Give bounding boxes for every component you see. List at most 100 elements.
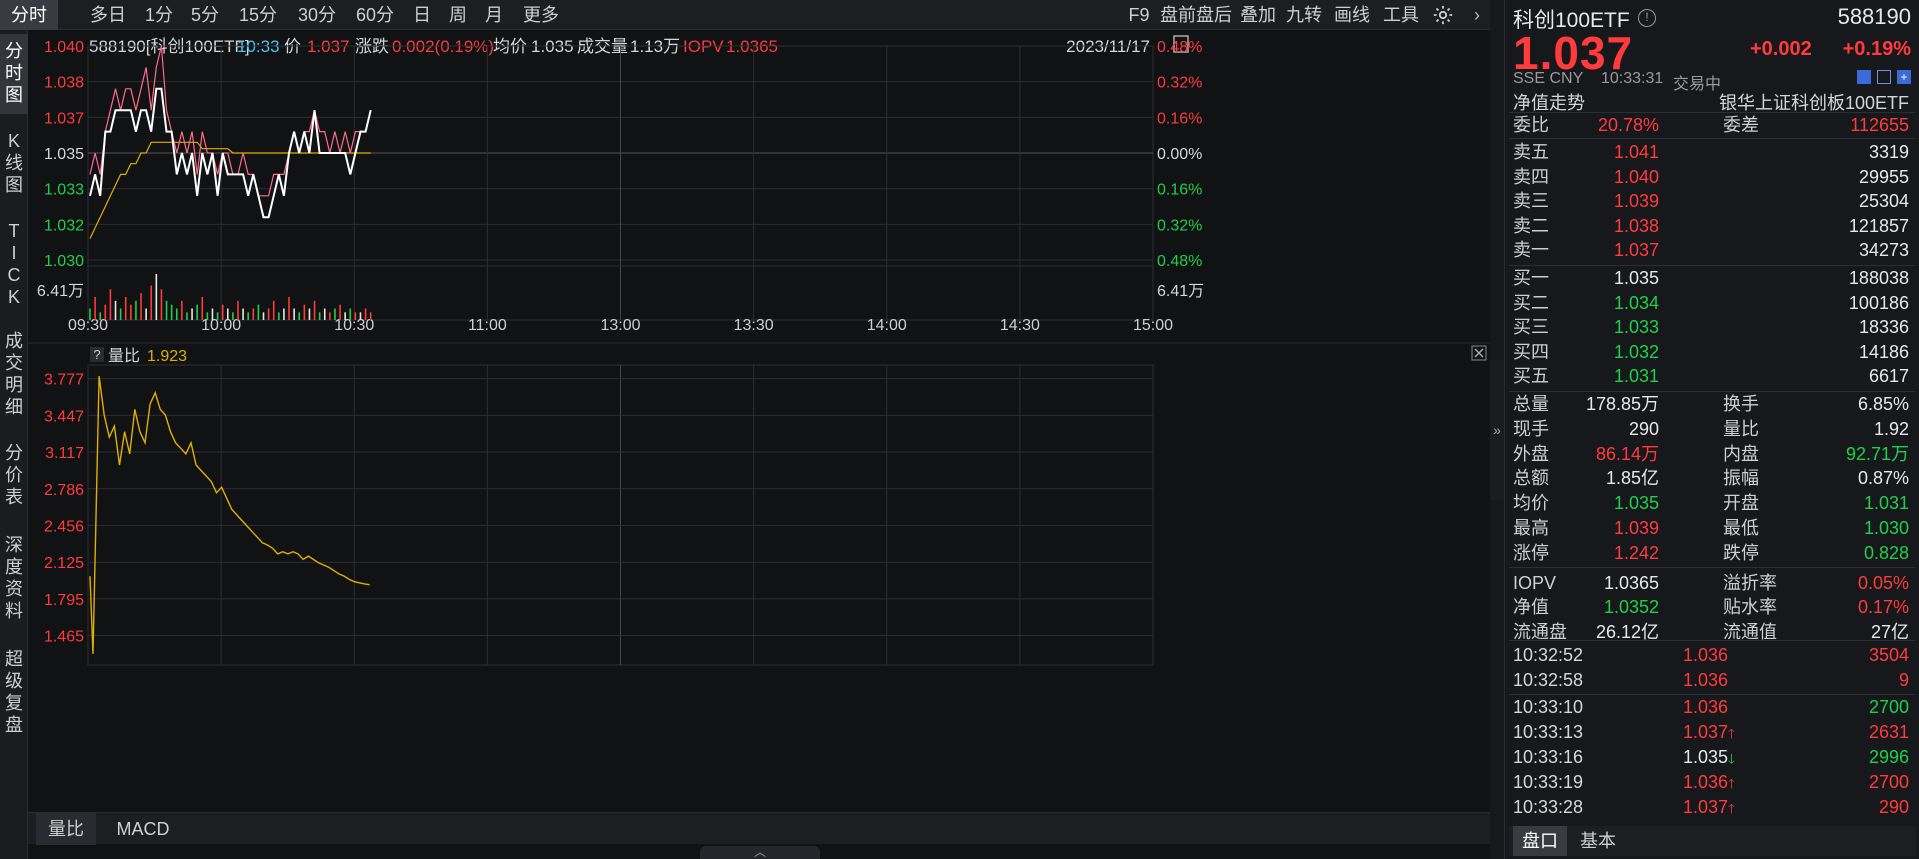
pct-tick-label: 0.16% bbox=[1157, 110, 1202, 127]
tick-volume: 2631 bbox=[1868, 722, 1909, 742]
ask-level-row[interactable]: 卖三 1.039 25304 bbox=[1513, 189, 1909, 213]
period-tab-60min[interactable]: 60分 bbox=[352, 0, 398, 30]
level-label: 买三 bbox=[1513, 317, 1549, 337]
quote-panel-tabs: 盘口 基本 bbox=[1509, 826, 1916, 856]
bid-level-row[interactable]: 买三 1.033 18336 bbox=[1513, 315, 1909, 339]
ask-level-row[interactable]: 卖一 1.037 34273 bbox=[1513, 238, 1909, 262]
overlay-button[interactable]: 叠加 bbox=[1240, 0, 1276, 30]
vtab-intraday[interactable]: 分时图 bbox=[0, 34, 28, 114]
ask-level-row[interactable]: 卖四 1.040 29955 bbox=[1513, 165, 1909, 189]
weibi-row: 委比 20.78% 委差 112655 bbox=[1513, 113, 1909, 137]
tick-row[interactable]: 10:32:52 1.036 3504 bbox=[1513, 643, 1909, 667]
vtab-price-table[interactable]: 分价表 bbox=[0, 436, 28, 516]
level-label: 卖一 bbox=[1513, 240, 1549, 260]
divider bbox=[1509, 566, 1915, 568]
price-tick-label: 1.040 bbox=[44, 39, 84, 56]
pct-tick-label: 0.48% bbox=[1157, 253, 1202, 270]
period-tab-day[interactable]: 日 bbox=[410, 0, 434, 30]
vtab-depth-info[interactable]: 深度资料 bbox=[0, 528, 28, 632]
info-icon[interactable]: ! bbox=[1638, 9, 1656, 27]
level-volume: 29955 bbox=[1858, 166, 1909, 187]
tick-row[interactable]: 10:33:19 1.036🡑 2700 bbox=[1513, 770, 1909, 794]
period-tab-more[interactable]: 更多 bbox=[518, 0, 564, 30]
tick-volume: 9 bbox=[1898, 670, 1909, 690]
vtab-replay[interactable]: 超级复盘 bbox=[0, 642, 28, 746]
period-tab-30min[interactable]: 30分 bbox=[294, 0, 340, 30]
security-code: 588190 bbox=[1837, 4, 1911, 29]
divider bbox=[1509, 640, 1915, 641]
stat-value: 1.0352 bbox=[1603, 597, 1659, 618]
edit-icon[interactable] bbox=[1857, 70, 1871, 84]
level-label: 买一 bbox=[1513, 268, 1549, 288]
time-tick-label: 09:30 bbox=[68, 317, 108, 334]
tick-row[interactable]: 10:33:16 1.035🡓 2996 bbox=[1513, 745, 1909, 769]
tab-basic[interactable]: 基本 bbox=[1571, 826, 1625, 856]
stat-row: 涨停 1.242 跌停 0.828 bbox=[1513, 541, 1909, 565]
tools-button[interactable]: 工具 bbox=[1382, 0, 1420, 30]
vtab-trade-detail[interactable]: 成交明细 bbox=[0, 324, 28, 428]
tab-order-book[interactable]: 盘口 bbox=[1513, 826, 1567, 856]
premarket-button[interactable]: 盘前盘后 bbox=[1160, 0, 1232, 30]
bid-level-row[interactable]: 买五 1.031 6617 bbox=[1513, 364, 1909, 388]
vtab-tick[interactable]: TICK bbox=[0, 214, 28, 314]
bid-level-row[interactable]: 买一 1.035 188038 bbox=[1513, 266, 1909, 290]
tick-price: 1.036 bbox=[1683, 668, 1728, 694]
period-tab-1min[interactable]: 1分 bbox=[142, 0, 176, 30]
stat-label: 内盘 bbox=[1723, 443, 1759, 464]
intraday-chart[interactable]: 588190[科创100ETF]10:33 价 1.037 涨跌 0.002(0.19%… bbox=[28, 30, 1490, 812]
price-change-pct: +0.19% bbox=[1842, 38, 1911, 60]
collapse-panel-icon[interactable]: » bbox=[1490, 360, 1504, 500]
expand-handle-icon[interactable]: ︿ bbox=[700, 846, 820, 859]
period-tab-intraday[interactable]: 分时 bbox=[0, 0, 58, 30]
pct-tick-label: 0.16% bbox=[1157, 182, 1202, 199]
tick-row[interactable]: 10:32:58 1.036 9 bbox=[1513, 668, 1909, 692]
indicator-tab-volume-ratio[interactable]: 量比 bbox=[36, 813, 96, 845]
price-tick-label: 1.033 bbox=[44, 182, 84, 199]
level-label: 卖二 bbox=[1513, 215, 1549, 236]
period-tab-5min[interactable]: 5分 bbox=[188, 0, 222, 30]
ask-level-row[interactable]: 卖五 1.041 3319 bbox=[1513, 140, 1909, 164]
add-icon[interactable]: + bbox=[1897, 70, 1911, 84]
tick-row[interactable]: 10:33:10 1.036 2700 bbox=[1513, 695, 1909, 719]
tick-row[interactable]: 10:33:28 1.037🡑 290 bbox=[1513, 795, 1909, 819]
period-tab-month[interactable]: 月 bbox=[482, 0, 506, 30]
level-label: 卖三 bbox=[1513, 191, 1549, 211]
gear-icon[interactable] bbox=[1432, 4, 1454, 26]
indicator-tab-macd[interactable]: MACD bbox=[108, 813, 178, 845]
tick-row[interactable]: 10:33:13 1.037🡑 2631 bbox=[1513, 720, 1909, 744]
stat-label: 最低 bbox=[1723, 518, 1759, 538]
f9-button[interactable]: F9 bbox=[1126, 0, 1152, 30]
price-tick-label: 1.030 bbox=[44, 253, 84, 270]
stat-value: 1.92 bbox=[1873, 418, 1909, 439]
stat-label: 跌停 bbox=[1723, 542, 1759, 563]
indicator-tick-label: 2.786 bbox=[44, 482, 84, 499]
tick-volume: 290 bbox=[1878, 797, 1909, 817]
market-label: SSE CNY bbox=[1513, 70, 1584, 87]
nine-turn-button[interactable]: 九转 bbox=[1286, 0, 1322, 30]
chart-toolbar: 分时 多日 1分 5分 15分 30分 60分 日 周 月 更多 F9 盘前盘后… bbox=[0, 0, 1490, 30]
price-tick-label: 1.032 bbox=[44, 217, 84, 234]
stat-row: 现手 290 量比 1.92 bbox=[1513, 417, 1909, 441]
ask-level-row[interactable]: 卖二 1.038 121857 bbox=[1513, 214, 1909, 238]
draw-line-button[interactable]: 画线 bbox=[1334, 0, 1370, 30]
bid-level-row[interactable]: 买二 1.034 100186 bbox=[1513, 291, 1909, 315]
chevron-right-icon[interactable]: › bbox=[1466, 3, 1488, 27]
bid-level-row[interactable]: 买四 1.032 14186 bbox=[1513, 340, 1909, 364]
stat-value: 1.85亿 bbox=[1605, 468, 1659, 489]
period-tab-week[interactable]: 周 bbox=[446, 0, 470, 30]
tick-time: 10:33:28 bbox=[1513, 797, 1584, 817]
indicator-name: 量比 bbox=[108, 347, 140, 365]
arrow-down-icon: 🡓 bbox=[1728, 751, 1735, 766]
period-tab-15min[interactable]: 15分 bbox=[235, 0, 281, 30]
vtab-kline[interactable]: K线图 bbox=[0, 124, 28, 204]
arrow-up-icon: 🡑 bbox=[1728, 801, 1735, 816]
stat-value: 6.85% bbox=[1857, 394, 1909, 414]
stat-value: 92.71万 bbox=[1845, 443, 1909, 464]
stat-value: 178.85万 bbox=[1585, 394, 1659, 414]
window-icon[interactable] bbox=[1877, 70, 1891, 84]
stat-label: 贴水率 bbox=[1723, 597, 1777, 618]
stat-row: 总量 178.85万 换手 6.85% bbox=[1513, 392, 1909, 416]
tick-price-value: 1.037 bbox=[1683, 797, 1729, 817]
period-tab-multiday[interactable]: 多日 bbox=[84, 0, 132, 30]
quote-time: 10:33:31 bbox=[1601, 70, 1664, 87]
